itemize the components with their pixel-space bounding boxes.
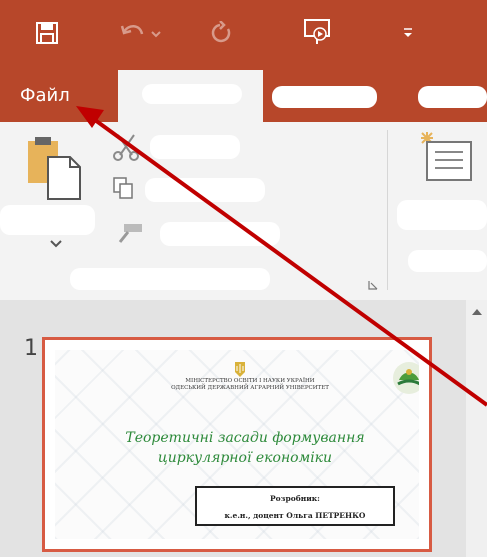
slide-thumbnail[interactable]: МІНІСТЕРСТВО ОСВІТИ І НАУКИ УКРАЇНИ ОДЕС… xyxy=(42,337,432,552)
redacted-paste-label xyxy=(0,205,95,235)
redacted-tab-label xyxy=(418,86,487,108)
slide-content: МІНІСТЕРСТВО ОСВІТИ І НАУКИ УКРАЇНИ ОДЕС… xyxy=(55,350,419,539)
customize-qat-icon[interactable] xyxy=(402,26,414,40)
author-name: к.е.н., доцент Ольга ПЕТРЕНКО xyxy=(224,511,366,520)
save-icon[interactable] xyxy=(36,22,58,44)
slide-number: 1 xyxy=(24,336,38,361)
redacted-copy-label xyxy=(145,178,265,202)
vertical-scrollbar[interactable] xyxy=(466,300,487,557)
present-from-start-icon[interactable] xyxy=(303,18,331,46)
cut-icon[interactable] xyxy=(112,133,140,161)
redacted-group-label xyxy=(70,268,270,290)
ribbon-group-separator xyxy=(387,130,388,290)
new-slide-icon[interactable] xyxy=(413,130,473,185)
tab-file[interactable]: Файл xyxy=(20,85,70,106)
slide-title-line-2: циркулярної економіки xyxy=(157,450,333,466)
author-box: Розробник: к.е.н., доцент Ольга ПЕТРЕНКО xyxy=(195,486,395,526)
redacted-tab-label xyxy=(142,84,242,104)
slide-title-line-1: Теоретичні засади формування xyxy=(125,430,365,446)
dialog-launcher-icon[interactable] xyxy=(368,280,378,290)
redacted-cut-label xyxy=(150,135,240,159)
leaf-logo-icon xyxy=(397,369,419,386)
slide-title: Теоретичні засади формування циркулярної… xyxy=(95,428,395,468)
author-label: Розробник: xyxy=(270,494,320,503)
redacted-new-slide-label xyxy=(397,200,487,230)
redacted-group-label xyxy=(408,250,487,272)
redo-icon[interactable] xyxy=(210,21,234,45)
undo-icon[interactable] xyxy=(120,22,162,44)
redacted-format-painter-label xyxy=(160,222,280,246)
title-bar xyxy=(0,0,487,72)
paste-icon[interactable] xyxy=(26,135,86,201)
tab-home[interactable] xyxy=(118,70,263,122)
chevron-down-icon[interactable] xyxy=(50,240,62,248)
copy-icon[interactable] xyxy=(112,176,134,200)
format-painter-icon[interactable] xyxy=(114,222,144,244)
university-logo-icon xyxy=(393,362,419,394)
scroll-up-icon[interactable] xyxy=(471,308,483,316)
redacted-tab-label xyxy=(272,86,377,108)
coat-of-arms-icon xyxy=(235,362,245,377)
ministry-text: МІНІСТЕРСТВО ОСВІТИ І НАУКИ УКРАЇНИ ОДЕС… xyxy=(171,378,329,391)
